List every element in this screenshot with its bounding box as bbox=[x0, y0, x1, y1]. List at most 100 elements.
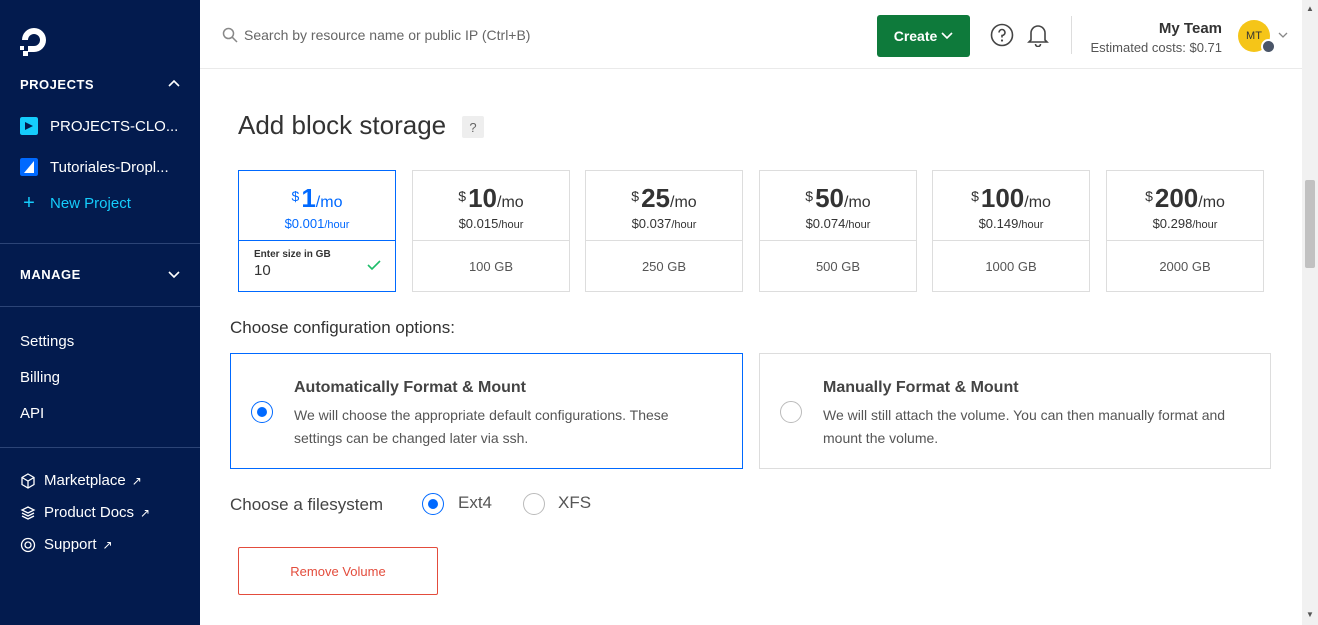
currency-symbol: $ bbox=[971, 188, 979, 204]
monthly-price: 100 bbox=[980, 183, 1025, 213]
sidebar-item-api[interactable]: API bbox=[20, 405, 44, 422]
scroll-up-icon[interactable]: ▲ bbox=[1306, 4, 1314, 13]
hourly-unit: /hour bbox=[845, 219, 871, 231]
sidebar-project-2[interactable]: Tutoriales-Dropl... bbox=[20, 158, 169, 176]
custom-size-input[interactable] bbox=[254, 262, 354, 279]
filesystem-xfs-label[interactable]: XFS bbox=[558, 493, 591, 513]
new-project-label: New Project bbox=[50, 194, 131, 212]
storage-price: $200/mo $0.298/hour bbox=[1107, 171, 1263, 241]
chevron-down-icon bbox=[941, 32, 953, 40]
radio-manual[interactable] bbox=[780, 401, 802, 423]
search-icon bbox=[222, 27, 238, 43]
monthly-price: 200 bbox=[1154, 183, 1199, 213]
hourly-unit: /hour bbox=[324, 219, 350, 231]
storage-price: $100/mo $0.149/hour bbox=[933, 171, 1089, 241]
chevron-up-icon[interactable] bbox=[168, 78, 180, 90]
projects-header[interactable]: PROJECTS bbox=[20, 77, 94, 92]
product-docs-label: Product Docs bbox=[44, 504, 135, 521]
external-link-icon: ↗ bbox=[102, 537, 113, 552]
help-badge[interactable]: ? bbox=[462, 116, 484, 138]
storage-option-card[interactable]: $50/mo $0.074/hour 500 GB bbox=[759, 170, 917, 292]
sidebar-item-support[interactable]: Support ↗ bbox=[20, 536, 113, 553]
config-option-desc: We will still attach the volume. You can… bbox=[823, 407, 1226, 446]
custom-size-field[interactable]: Enter size in GB bbox=[239, 241, 395, 292]
currency-symbol: $ bbox=[458, 188, 467, 204]
search-input[interactable] bbox=[244, 22, 744, 48]
custom-size-label: Enter size in GB bbox=[254, 249, 331, 260]
new-project-link[interactable]: + New Project bbox=[20, 192, 131, 214]
lifebuoy-icon bbox=[20, 537, 36, 552]
currency-symbol: $ bbox=[631, 188, 640, 204]
remove-volume-button[interactable]: Remove Volume bbox=[238, 547, 438, 595]
price-period: /mo bbox=[670, 194, 697, 211]
radio-ext4[interactable] bbox=[422, 493, 444, 515]
monthly-price: 25 bbox=[641, 183, 671, 213]
hourly-unit: /hour bbox=[498, 219, 524, 231]
team-name[interactable]: My Team bbox=[1159, 20, 1222, 37]
price-period: /mo bbox=[497, 194, 524, 211]
currency-symbol: $ bbox=[1145, 188, 1153, 204]
sidebar-project-label: Tutoriales-Dropl... bbox=[50, 158, 169, 176]
storage-option-card[interactable]: $200/mo $0.298/hour 2000 GB bbox=[1106, 170, 1264, 292]
currency-symbol: $ bbox=[291, 188, 300, 204]
storage-option-card[interactable]: $25/mo $0.037/hour 250 GB bbox=[585, 170, 743, 292]
plus-icon: + bbox=[23, 192, 35, 214]
divider bbox=[0, 243, 200, 244]
chevron-down-icon[interactable] bbox=[168, 268, 180, 280]
config-option-title: Automatically Format & Mount bbox=[294, 379, 527, 396]
sidebar: PROJECTS PROJECTS-CLO... Tutoriales-Drop… bbox=[0, 0, 200, 625]
storage-price: $25/mo $0.037/hour bbox=[586, 171, 742, 241]
config-heading: Choose configuration options: bbox=[230, 318, 455, 337]
external-link-icon: ↗ bbox=[140, 505, 151, 520]
sidebar-item-product-docs[interactable]: Product Docs ↗ bbox=[20, 504, 150, 521]
manage-header[interactable]: MANAGE bbox=[20, 267, 81, 282]
divider bbox=[0, 306, 200, 307]
price-period: /mo bbox=[844, 194, 871, 211]
storage-size: 500 GB bbox=[815, 259, 861, 274]
storage-option-card[interactable]: $1/mo $0.001/hour Enter size in GB bbox=[238, 170, 396, 292]
radio-auto[interactable] bbox=[251, 401, 273, 423]
support-label: Support bbox=[44, 536, 97, 553]
divider bbox=[0, 447, 200, 448]
project-icon bbox=[20, 158, 38, 176]
filesystem-label: Choose a filesystem bbox=[230, 495, 384, 514]
topbar: Create My Team Estimated costs: $0.71 MT bbox=[200, 0, 1302, 69]
radio-xfs[interactable] bbox=[523, 493, 545, 515]
monthly-price: 10 bbox=[468, 183, 498, 213]
price-period: /mo bbox=[1024, 194, 1051, 211]
storage-size: 100 GB bbox=[468, 259, 514, 274]
storage-option-card[interactable]: $10/mo $0.015/hour 100 GB bbox=[412, 170, 570, 292]
hourly-price: $0.149 bbox=[978, 216, 1019, 231]
scroll-down-icon[interactable]: ▼ bbox=[1306, 610, 1314, 619]
monthly-price: 1 bbox=[301, 183, 316, 213]
storage-price: $50/mo $0.074/hour bbox=[760, 171, 916, 241]
config-option-manual[interactable]: Manually Format & Mount We will still at… bbox=[759, 353, 1271, 469]
page-title: Add block storage bbox=[238, 110, 447, 140]
external-link-icon: ↗ bbox=[131, 473, 142, 488]
price-period: /mo bbox=[315, 194, 343, 211]
chevron-down-icon[interactable] bbox=[1278, 30, 1288, 40]
hourly-price: $0.015 bbox=[458, 216, 499, 231]
project-icon bbox=[20, 117, 38, 135]
create-button[interactable]: Create bbox=[877, 15, 970, 57]
config-option-auto[interactable]: Automatically Format & Mount We will cho… bbox=[230, 353, 743, 469]
bell-icon[interactable] bbox=[1027, 23, 1049, 47]
sidebar-project-label: PROJECTS-CLO... bbox=[50, 117, 179, 135]
sidebar-item-billing[interactable]: Billing bbox=[20, 369, 60, 386]
scrollbar[interactable]: ▲ ▼ bbox=[1302, 0, 1318, 625]
check-icon bbox=[367, 260, 381, 271]
layers-icon bbox=[20, 505, 36, 520]
hourly-unit: /hour bbox=[671, 219, 697, 231]
help-icon[interactable] bbox=[990, 23, 1014, 47]
storage-size: 250 GB bbox=[641, 259, 687, 274]
sidebar-project-1[interactable]: PROJECTS-CLO... bbox=[20, 117, 178, 135]
sidebar-item-marketplace[interactable]: Marketplace ↗ bbox=[20, 472, 142, 489]
filesystem-ext4-label[interactable]: Ext4 bbox=[458, 493, 492, 513]
digitalocean-logo-icon[interactable] bbox=[18, 24, 50, 56]
sidebar-item-settings[interactable]: Settings bbox=[20, 333, 74, 350]
hourly-price: $0.037 bbox=[631, 216, 672, 231]
storage-size: 1000 GB bbox=[985, 259, 1037, 274]
scrollbar-thumb[interactable] bbox=[1305, 180, 1315, 268]
cube-icon bbox=[21, 472, 35, 489]
storage-option-card[interactable]: $100/mo $0.149/hour 1000 GB bbox=[932, 170, 1090, 292]
